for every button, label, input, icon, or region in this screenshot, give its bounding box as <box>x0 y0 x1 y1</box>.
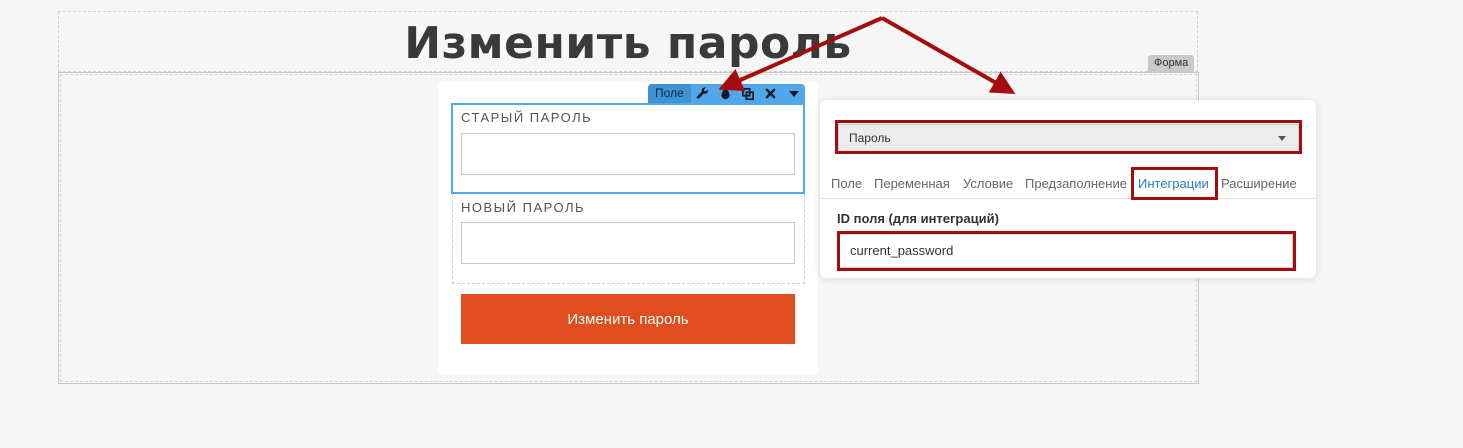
annotation-arrows <box>718 16 1016 94</box>
arrow-to-settings-icon <box>718 16 883 91</box>
arrow-to-settings-panel <box>881 16 1016 94</box>
